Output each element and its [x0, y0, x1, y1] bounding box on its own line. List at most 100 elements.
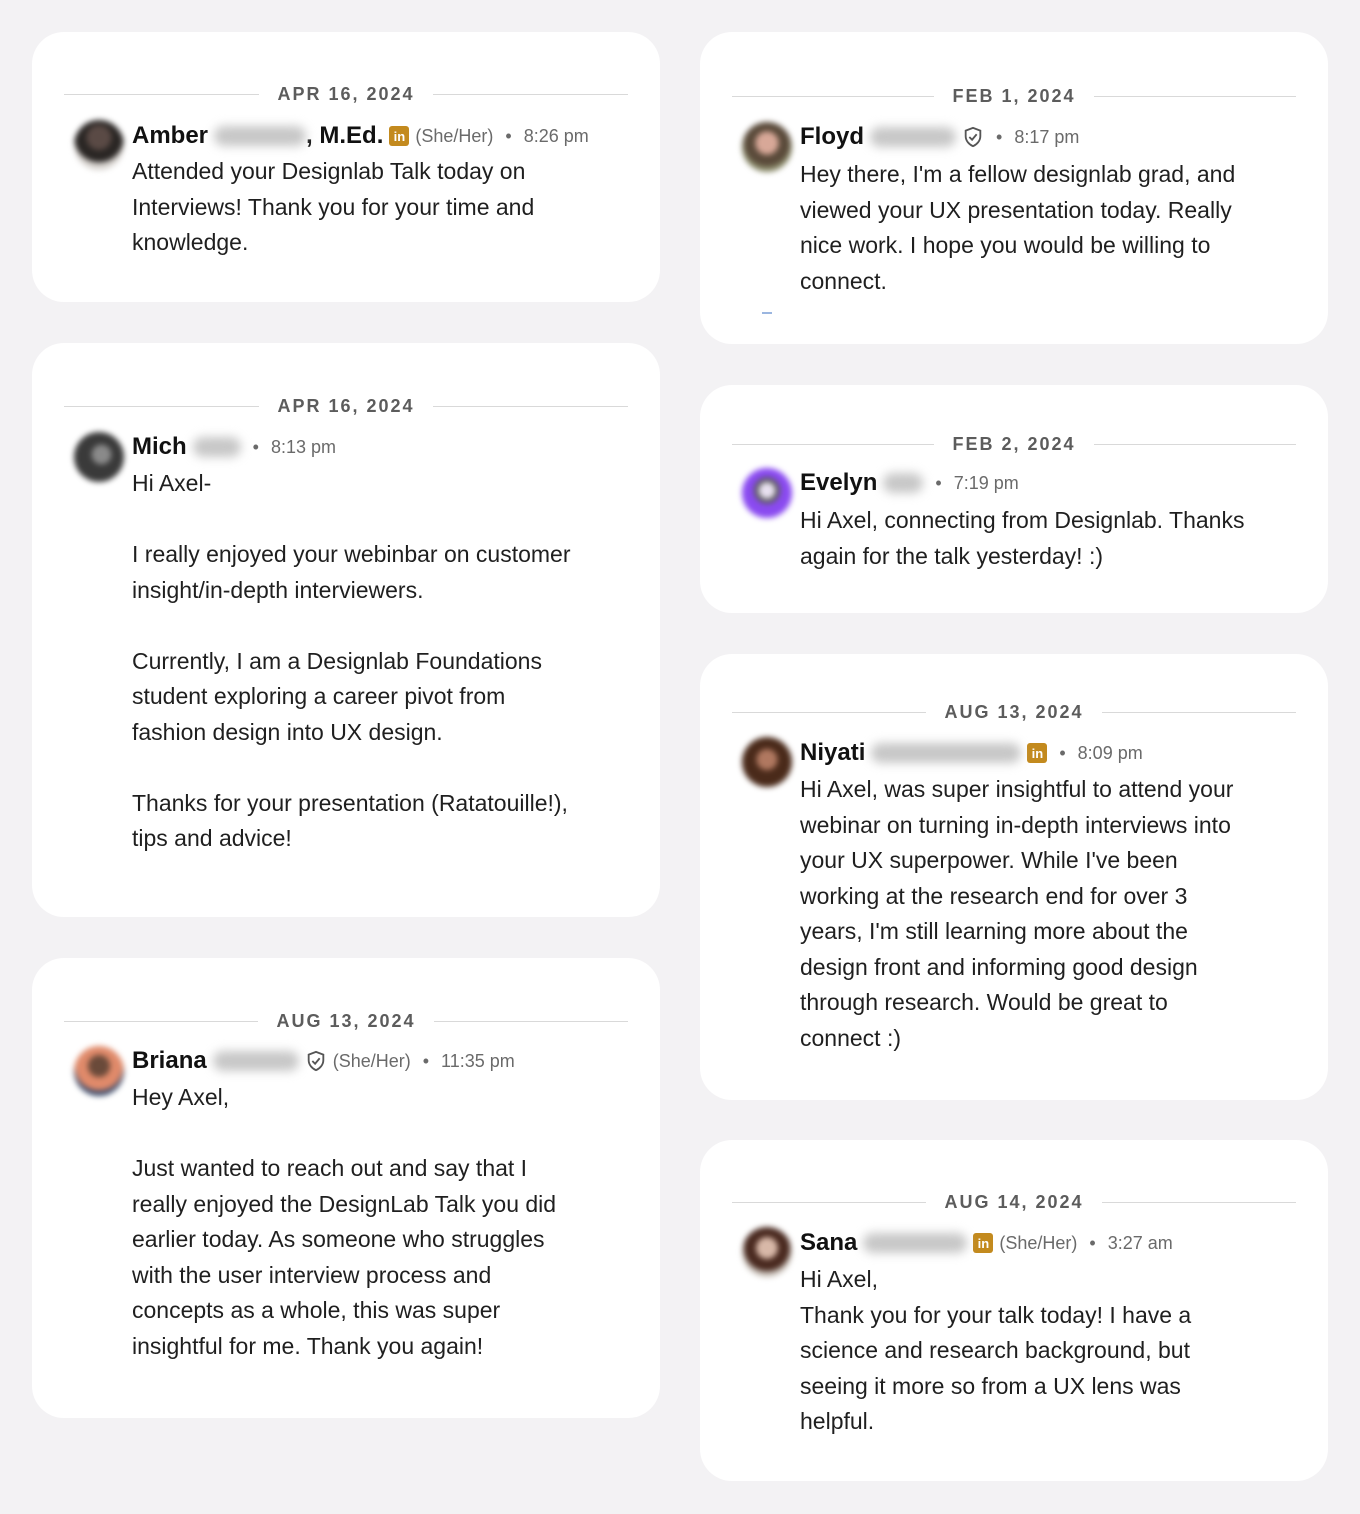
message-card: FEB 2, 2024 Evelyn • 7:19 pm Hi Axel, co…: [700, 385, 1328, 613]
sender-name[interactable]: Sana: [800, 1229, 857, 1257]
message-line: years, I'm still learning more about the: [800, 918, 1188, 944]
read-indicator: [762, 312, 772, 314]
sender-name[interactable]: Amber: [132, 122, 208, 150]
message-line: concepts as a whole, this was super: [132, 1297, 501, 1323]
message-line: insight/in-depth interviewers.: [132, 576, 424, 603]
message-line: Attended your Designlab Talk today on: [132, 158, 526, 184]
message-line: earlier today. As someone who struggles: [132, 1226, 545, 1252]
message-date: APR 16, 2024: [277, 84, 415, 104]
message-line: [132, 502, 600, 538]
message-line: fashion design into UX design.: [132, 718, 443, 745]
message-line: seeing it more so from a UX lens was: [800, 1372, 1181, 1399]
message-card: AUG 14, 2024 Sana in (She/Her) • 3:27 am…: [700, 1140, 1328, 1481]
linkedin-premium-icon: in: [389, 126, 410, 146]
date-divider: AUG 13, 2024: [64, 1011, 629, 1032]
linkedin-premium-icon: in: [1027, 743, 1048, 763]
separator-dot: •: [505, 125, 512, 146]
message-line: Interviews! Thank you for your time and: [132, 193, 535, 220]
blurred-last-name: [863, 1233, 968, 1253]
message-card: AUG 13, 2024 Briana (She/Her) • 11:35 pm…: [32, 958, 660, 1418]
message-line: Hi Axel-: [132, 470, 212, 496]
message-line: webinar on turning in-depth interviews i…: [800, 811, 1231, 838]
message-line: [132, 750, 600, 786]
avatar[interactable]: [74, 432, 124, 482]
message-line: Hi Axel, was super insightful to attend …: [800, 776, 1234, 802]
separator-dot: •: [422, 1050, 430, 1071]
message-line: viewed your UX presentation today. Reall…: [800, 196, 1232, 223]
sender-name[interactable]: Niyati: [800, 739, 865, 767]
avatar[interactable]: [742, 122, 792, 172]
message-line: [132, 608, 600, 644]
blurred-last-name: [192, 437, 241, 457]
message-body: Hi Axel- I really enjoyed your webinbar …: [132, 466, 600, 857]
message-body: Hi Axel, was super insightful to attend …: [800, 772, 1268, 1056]
date-divider: AUG 14, 2024: [732, 1192, 1297, 1213]
avatar[interactable]: [74, 120, 124, 170]
message-line: knowledge.: [132, 229, 249, 255]
message-line: design front and informing good design: [800, 953, 1198, 980]
blurred-last-name: [871, 743, 1022, 763]
verified-shield-icon: [964, 126, 982, 148]
message-body: Hi Axel, Thank you for your talk today! …: [800, 1262, 1268, 1440]
message-line: Hi Axel, connecting from Designlab. Than…: [800, 507, 1245, 533]
message-time: 3:27 am: [1107, 1232, 1173, 1253]
sender-name[interactable]: Floyd: [800, 123, 864, 151]
message-date: AUG 14, 2024: [944, 1192, 1084, 1212]
message-line: connect.: [800, 267, 887, 294]
message-line: nice work. I hope you would be willing t…: [800, 232, 1211, 258]
avatar[interactable]: [74, 1046, 124, 1096]
message-line: Thanks for your presentation (Ratatouill…: [132, 789, 568, 816]
message-line: insightful for me. Thank you again!: [132, 1332, 484, 1359]
message-body: Attended your Designlab Talk today on In…: [132, 154, 600, 261]
date-divider: APR 16, 2024: [64, 396, 629, 417]
blurred-last-name: [870, 127, 956, 147]
message-line: your UX superpower. While I've been: [800, 847, 1178, 873]
message-card: AUG 13, 2024 Niyati in • 8:09 pm Hi Axel…: [700, 654, 1328, 1100]
message-time: 8:17 pm: [1014, 126, 1080, 147]
date-divider: FEB 2, 2024: [732, 434, 1296, 455]
blurred-last-name: [214, 126, 307, 146]
pronouns: (She/Her): [332, 1050, 411, 1071]
separator-dot: •: [935, 472, 942, 493]
name-suffix: , M.Ed.: [306, 122, 384, 149]
message-date: AUG 13, 2024: [944, 702, 1084, 722]
message-line: I really enjoyed your webinbar on custom…: [132, 541, 571, 567]
avatar[interactable]: [742, 737, 792, 787]
sender-name[interactable]: Briana: [132, 1047, 207, 1075]
message-line: Hey there, I'm a fellow designlab grad, …: [800, 161, 1236, 187]
message-time: 8:13 pm: [270, 436, 337, 457]
message-time: 8:09 pm: [1077, 742, 1143, 763]
date-divider: AUG 13, 2024: [732, 702, 1297, 723]
message-line: [132, 1116, 600, 1152]
message-date: FEB 2, 2024: [952, 434, 1076, 454]
sender-name[interactable]: Mich: [132, 433, 187, 461]
message-line: with the user interview process and: [132, 1261, 492, 1288]
pronouns: (She/Her): [999, 1232, 1078, 1253]
message-line: helpful.: [800, 1408, 875, 1434]
message-body: Hi Axel, connecting from Designlab. Than…: [800, 503, 1268, 574]
separator-dot: •: [1059, 742, 1066, 763]
message-line: student exploring a career pivot from: [132, 683, 506, 709]
verified-shield-icon: [307, 1050, 324, 1072]
message-line: again for the talk yesterday! :): [800, 542, 1103, 569]
separator-dot: •: [252, 436, 259, 457]
message-date: FEB 1, 2024: [952, 86, 1076, 106]
message-time: 7:19 pm: [953, 472, 1019, 493]
message-line: science and research background, but: [800, 1337, 1190, 1363]
message-card: APR 16, 2024 Mich • 8:13 pm Hi Axel- I r…: [32, 343, 660, 917]
message-line: Hey Axel,: [132, 1084, 230, 1110]
message-body: Hey there, I'm a fellow designlab grad, …: [800, 157, 1268, 299]
sender-name[interactable]: Evelyn: [800, 469, 877, 497]
avatar[interactable]: [742, 1227, 792, 1277]
date-divider: FEB 1, 2024: [732, 86, 1296, 107]
message-line: working at the research end for over 3: [800, 882, 1188, 909]
message-line: through research. Would be great to: [800, 989, 1168, 1015]
message-line: Just wanted to reach out and say that I: [132, 1155, 528, 1181]
pronouns: (She/Her): [415, 125, 494, 146]
message-line: really enjoyed the DesignLab Talk you di…: [132, 1190, 557, 1217]
message-line: Thank you for your talk today! I have a: [800, 1301, 1192, 1328]
message-time: 11:35 pm: [441, 1050, 515, 1071]
blurred-last-name: [883, 473, 924, 493]
avatar[interactable]: [742, 468, 792, 518]
message-line: Hi Axel,: [800, 1266, 878, 1292]
